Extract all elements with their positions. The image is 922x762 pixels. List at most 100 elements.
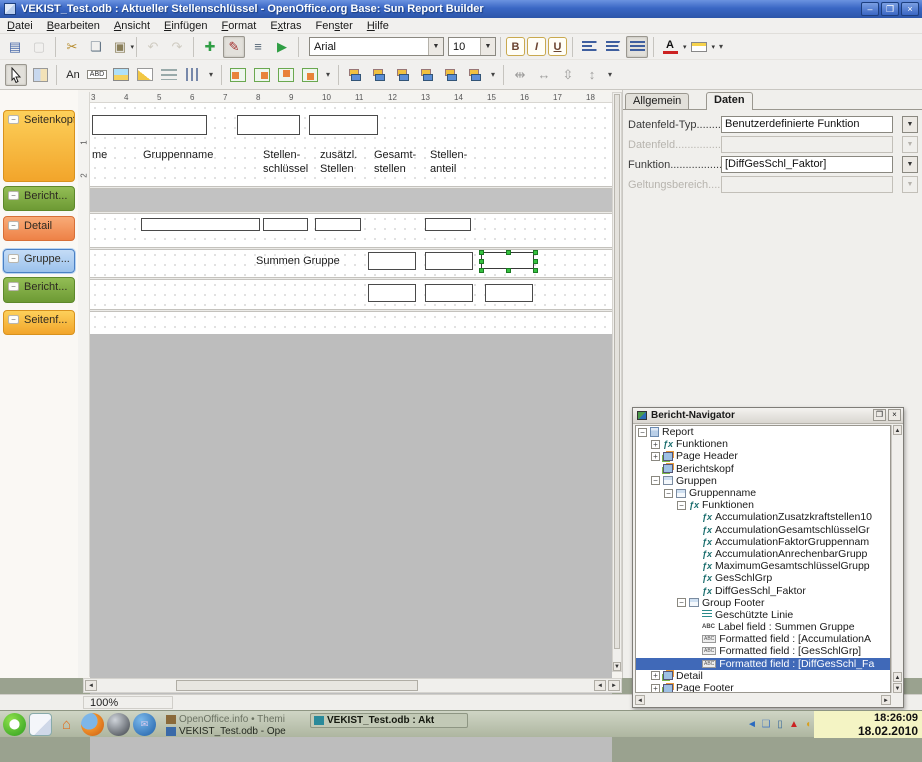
- report-field-box[interactable]: [309, 115, 378, 135]
- tree-item[interactable]: −Gruppen: [636, 475, 890, 487]
- canvas-horizontal-scrollbar[interactable]: ◄ ◄ ►: [83, 678, 622, 693]
- chart-icon[interactable]: [134, 64, 156, 86]
- scroll-right-icon[interactable]: ►: [608, 680, 620, 691]
- resize-options-icon[interactable]: ▾: [605, 64, 615, 86]
- section-tab-detail[interactable]: −Detail: [3, 216, 75, 241]
- klipper-icon[interactable]: ▯: [773, 718, 787, 732]
- tab-daten[interactable]: Daten: [706, 92, 753, 110]
- object-align-options-icon[interactable]: ▾: [488, 64, 498, 86]
- section-tab-gruppe[interactable]: −Gruppe...: [3, 249, 75, 273]
- controls-options-icon[interactable]: ▾: [206, 64, 216, 86]
- collapse-icon[interactable]: −: [651, 476, 660, 485]
- nav-scroll-right-icon[interactable]: ►: [881, 695, 891, 705]
- menu-extras[interactable]: Extras: [263, 19, 308, 33]
- tab-allgemein[interactable]: Allgemein: [625, 93, 689, 109]
- scroll-left2-icon[interactable]: ◄: [594, 680, 606, 691]
- report-field-box[interactable]: [315, 218, 361, 231]
- execute-report-icon[interactable]: ▶: [271, 36, 293, 58]
- combo-dropdown-icon[interactable]: ▼: [902, 156, 918, 173]
- report-properties-icon[interactable]: ✎: [223, 36, 245, 58]
- section-tab-seitenkopf[interactable]: −Seitenkopf: [3, 110, 75, 182]
- warning-icon[interactable]: ▲: [787, 718, 801, 732]
- volume-icon[interactable]: ◄: [745, 718, 759, 732]
- page-footer-section[interactable]: [90, 312, 612, 334]
- hscroll-thumb[interactable]: [176, 680, 418, 691]
- nav-scroll-left-icon[interactable]: ◄: [635, 695, 645, 705]
- horizontal-line-icon[interactable]: [158, 64, 180, 86]
- menu-einfügen[interactable]: Einfügen: [157, 19, 214, 33]
- selection-handle[interactable]: [533, 259, 538, 264]
- expand-icon[interactable]: +: [651, 684, 660, 693]
- paste-icon[interactable]: ▣▾: [109, 36, 131, 58]
- add-field-icon[interactable]: ✚: [199, 36, 221, 58]
- label-field-icon[interactable]: An: [62, 64, 84, 86]
- font-size-combo[interactable]: 10▼: [448, 37, 496, 56]
- report-field-box[interactable]: [425, 218, 471, 231]
- expand-icon[interactable]: +: [651, 452, 660, 461]
- collapse-icon[interactable]: −: [8, 221, 19, 230]
- tree-item[interactable]: ƒxAccumulationGesamtschlüsselGr: [636, 524, 890, 536]
- select-pointer-icon[interactable]: [5, 64, 27, 86]
- navigator-titlebar[interactable]: Bericht-Navigator ❐ ×: [633, 408, 903, 424]
- toolbar1-overflow-icon[interactable]: ▾: [716, 36, 726, 58]
- tree-item[interactable]: Geschützte Linie: [636, 609, 890, 621]
- tree-item[interactable]: −Group Footer: [636, 597, 890, 609]
- collapse-icon[interactable]: −: [664, 489, 673, 498]
- tree-item[interactable]: +Detail: [636, 670, 890, 682]
- report-field-box[interactable]: [92, 115, 207, 135]
- menu-ansicht[interactable]: Ansicht: [107, 19, 157, 33]
- selection-handle[interactable]: [479, 268, 484, 273]
- copy-icon[interactable]: ❏: [85, 36, 107, 58]
- align-left-button[interactable]: [578, 36, 600, 58]
- column-header-label[interactable]: Stellen- anteil: [430, 148, 467, 176]
- vscroll-thumb[interactable]: [614, 94, 620, 649]
- select-report-icon[interactable]: [29, 64, 51, 86]
- collapse-icon[interactable]: −: [638, 428, 647, 437]
- tree-item[interactable]: ABCFormatted field : [AccumulationA: [636, 633, 890, 645]
- navigator-vertical-scrollbar[interactable]: ▲ ▲ ▼: [891, 425, 903, 693]
- canvas-vertical-scrollbar[interactable]: ▼: [612, 92, 622, 672]
- section-tab-bericht[interactable]: −Bericht...: [3, 277, 75, 303]
- tree-item[interactable]: ƒxDiffGesSchl_Faktor: [636, 584, 890, 596]
- tree-item[interactable]: +ƒxFunktionen: [636, 438, 890, 450]
- object-align-center-icon[interactable]: [368, 64, 390, 86]
- report-field-box[interactable]: [368, 284, 416, 302]
- task-button[interactable]: OpenOffice.info • Themi: [166, 713, 306, 725]
- expand-icon[interactable]: +: [651, 440, 660, 449]
- font-name-dropdown-icon[interactable]: ▼: [428, 38, 443, 55]
- font-color-dropdown-icon[interactable]: ▾: [683, 43, 687, 51]
- close-button[interactable]: ×: [901, 2, 919, 16]
- menu-format[interactable]: Format: [214, 19, 263, 33]
- window-titlebar[interactable]: VEKIST_Test.odb : Aktueller Stellenschlü…: [0, 0, 922, 18]
- align-section-top-icon[interactable]: [275, 64, 297, 86]
- sorting-grouping-icon[interactable]: ≡: [247, 36, 269, 58]
- collapse-icon[interactable]: −: [8, 254, 19, 263]
- property-value-combo[interactable]: [DiffGesSchl_Faktor]: [721, 156, 893, 173]
- navigator-dock-button[interactable]: ❐: [873, 409, 886, 421]
- report-field-box[interactable]: [425, 252, 473, 270]
- font-color-button[interactable]: A: [659, 36, 681, 58]
- underline-button[interactable]: U: [548, 37, 567, 56]
- menu-datei[interactable]: Datei: [0, 19, 40, 33]
- tree-item[interactable]: ABCLabel field : Summen Gruppe: [636, 621, 890, 633]
- tree-item[interactable]: Berichtskopf: [636, 463, 890, 475]
- section-tab-bericht[interactable]: −Bericht...: [3, 186, 75, 211]
- expand-icon[interactable]: +: [651, 671, 660, 680]
- section-tab-seitenf[interactable]: −Seitenf...: [3, 310, 75, 335]
- column-header-label[interactable]: Stellen- schlüssel: [263, 148, 308, 176]
- graphic-icon[interactable]: [110, 64, 132, 86]
- report-navigator-window[interactable]: Bericht-Navigator ❐ × −Report+ƒxFunktion…: [632, 407, 904, 708]
- collapse-icon[interactable]: −: [8, 115, 19, 124]
- tree-item[interactable]: ƒxAccumulationAnrechenbarGrupp: [636, 548, 890, 560]
- combo-dropdown-icon[interactable]: ▼: [902, 116, 918, 133]
- object-align-left-icon[interactable]: [344, 64, 366, 86]
- selection-handle[interactable]: [506, 250, 511, 255]
- selection-handle[interactable]: [479, 259, 484, 264]
- align-right-button[interactable]: [626, 36, 648, 58]
- scroll-down-icon[interactable]: ▼: [613, 662, 621, 671]
- navigator-horizontal-scrollbar[interactable]: ◄ ►: [635, 694, 891, 707]
- highlighting-button[interactable]: [688, 36, 710, 58]
- scroll-left-icon[interactable]: ◄: [85, 680, 97, 691]
- report-field-box[interactable]: [263, 218, 308, 231]
- tree-item[interactable]: ABCFormatted field : [GesSchlGrp]: [636, 645, 890, 657]
